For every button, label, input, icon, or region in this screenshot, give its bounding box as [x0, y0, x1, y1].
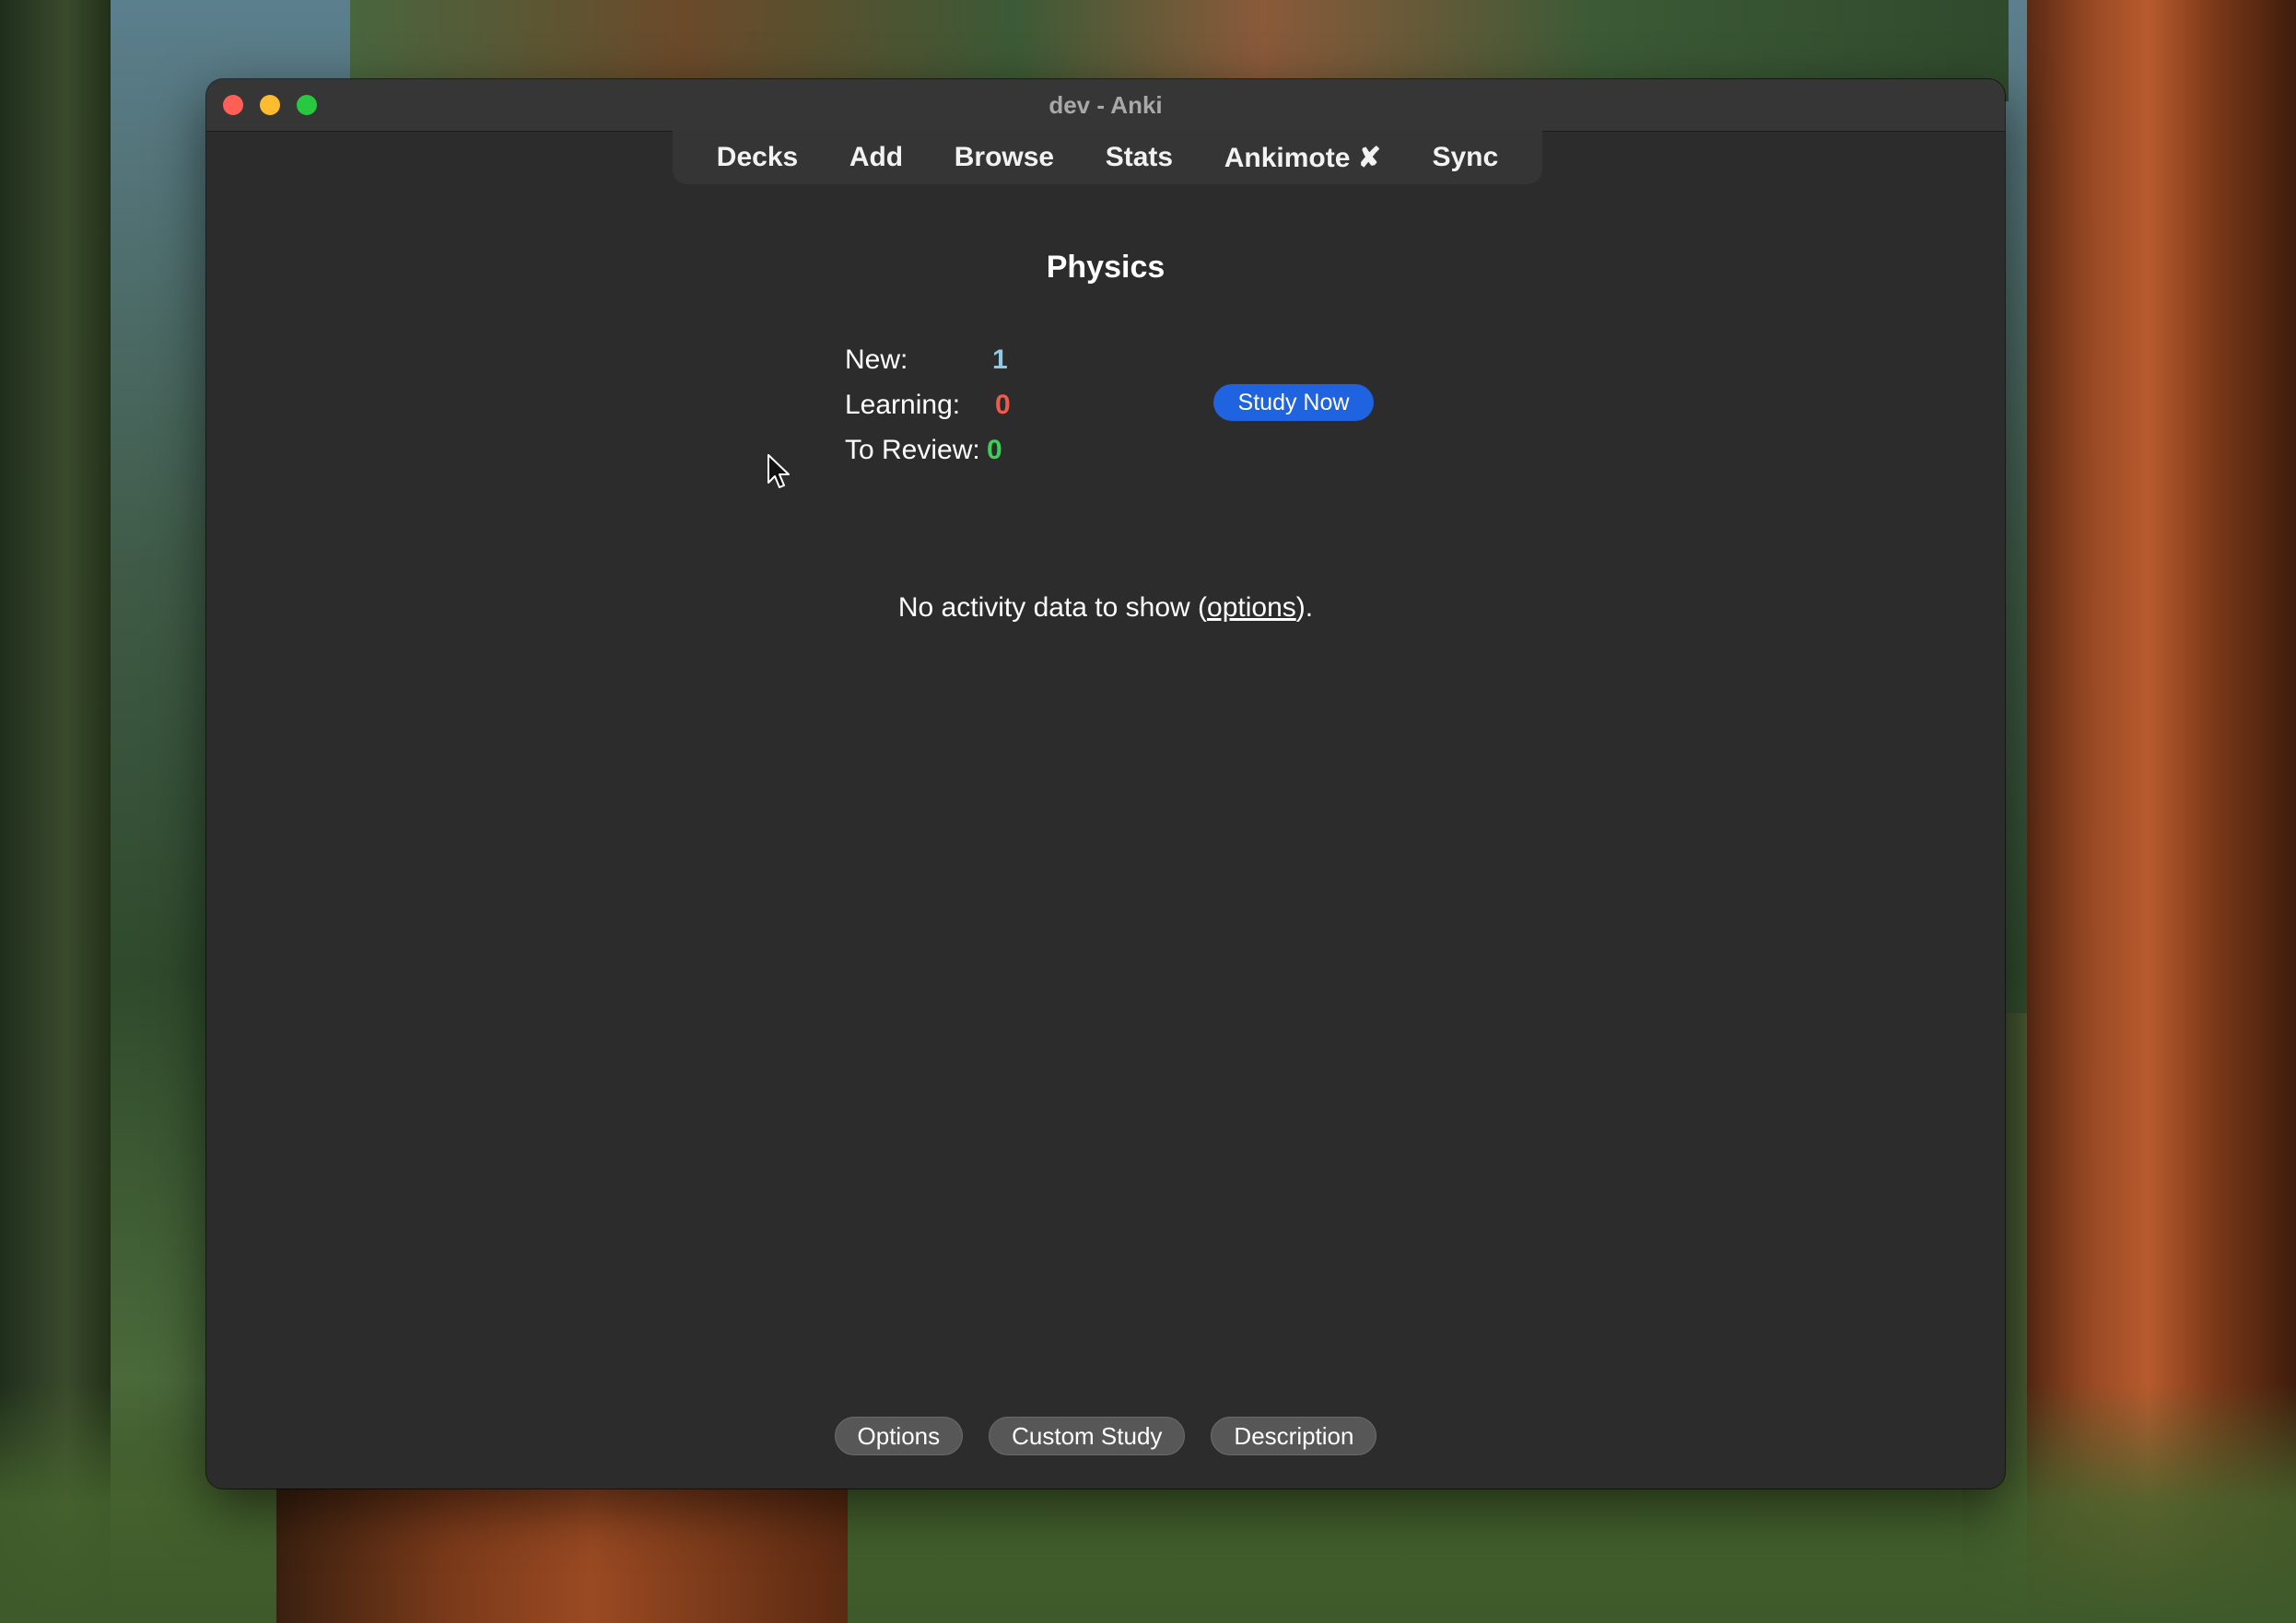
toolbar-add[interactable]: Add: [849, 142, 903, 173]
bottom-bar: Options Custom Study Description: [206, 1417, 2005, 1455]
count-value-review: 0: [987, 435, 1002, 465]
window-title: dev - Anki: [1048, 91, 1163, 119]
activity-message: No activity data to show (options).: [206, 592, 2005, 624]
anki-window: dev - Anki Decks Add Browse Stats Ankimo…: [206, 79, 2005, 1489]
wallpaper-redwood-right: [2027, 0, 2296, 1623]
deck-title: Physics: [1046, 250, 1166, 285]
study-now-button[interactable]: Study Now: [1213, 384, 1374, 421]
options-button[interactable]: Options: [834, 1417, 964, 1455]
toolbar-stats[interactable]: Stats: [1106, 142, 1173, 173]
toolbar-sync[interactable]: Sync: [1432, 142, 1498, 173]
custom-study-button[interactable]: Custom Study: [989, 1417, 1186, 1455]
description-button[interactable]: Description: [1211, 1417, 1377, 1455]
toolbar-decks[interactable]: Decks: [717, 142, 798, 173]
mouse-pointer-icon: [767, 454, 790, 488]
count-value-new: 1: [992, 344, 1008, 375]
count-label-new: New:: [845, 344, 908, 375]
count-label-review: To Review:: [845, 435, 980, 465]
activity-text-after: ).: [1295, 592, 1314, 623]
wallpaper-tree-left: [0, 0, 111, 1623]
toolbar-browse[interactable]: Browse: [955, 142, 1054, 173]
main-toolbar: Decks Add Browse Stats Ankimote ✘ Sync: [673, 131, 1542, 184]
title-bar[interactable]: dev - Anki: [206, 79, 2005, 132]
count-label-learning: Learning:: [845, 390, 961, 420]
activity-text-before: No activity data to show (: [897, 592, 1208, 623]
toolbar-ankimote[interactable]: Ankimote ✘: [1224, 142, 1381, 174]
activity-options-link[interactable]: options: [1207, 592, 1296, 623]
count-value-learning: 0: [995, 390, 1011, 420]
